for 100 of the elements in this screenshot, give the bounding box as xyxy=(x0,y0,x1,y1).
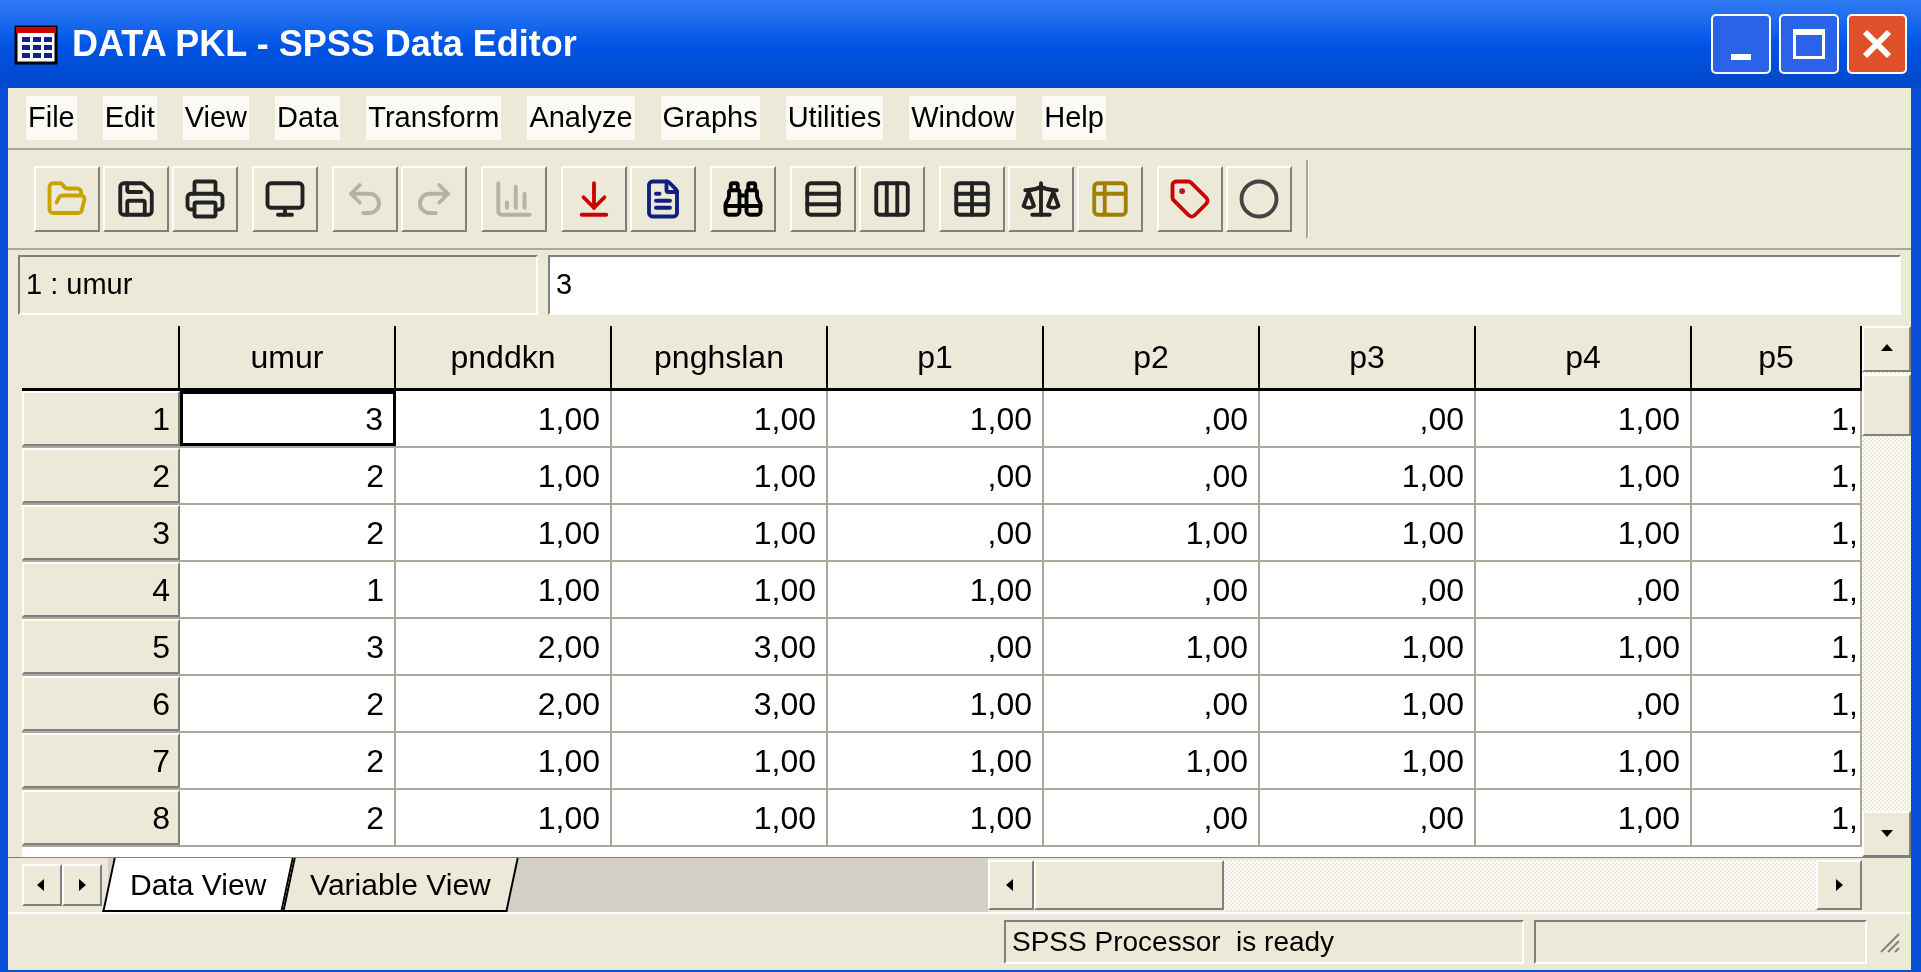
table-cell: 1,00 xyxy=(1260,448,1476,503)
column-header[interactable]: umur xyxy=(180,326,396,388)
toolbar-button[interactable] xyxy=(1008,166,1074,232)
row-number[interactable]: 2 xyxy=(22,448,180,503)
scroll-down-button[interactable] xyxy=(1862,811,1911,857)
window-title: DATA PKL - SPSS Data Editor xyxy=(72,22,577,66)
scroll-thumb[interactable] xyxy=(1862,374,1911,436)
table-cell: ,00 xyxy=(1044,676,1260,731)
toolbar-button[interactable] xyxy=(710,166,776,232)
menu-item[interactable]: Window xyxy=(909,96,1017,140)
table-cell: 1,00 xyxy=(612,391,828,446)
menu-item[interactable]: Utilities xyxy=(785,96,884,140)
circle-icon xyxy=(1238,178,1280,220)
monitor-icon xyxy=(264,178,306,220)
scroll-up-button[interactable] xyxy=(1862,326,1911,372)
toolbar-button[interactable] xyxy=(630,166,696,232)
toolbar-button[interactable] xyxy=(790,166,856,232)
table-cell: ,00 xyxy=(1260,391,1476,446)
table-cell: 3 xyxy=(180,619,396,674)
table-cell: ,00 xyxy=(828,619,1044,674)
chart-icon xyxy=(493,178,535,220)
column-header[interactable]: pnddkn xyxy=(396,326,612,388)
scroll-right-button[interactable] xyxy=(1816,860,1862,910)
toolbar-button[interactable] xyxy=(1226,166,1292,232)
close-button[interactable] xyxy=(1847,14,1907,74)
table-cell: 2 xyxy=(180,790,396,845)
table-icon xyxy=(951,178,993,220)
menu-item[interactable]: File xyxy=(26,96,77,140)
table-cell: 1,00 xyxy=(1476,733,1692,788)
table-cell: 1,00 xyxy=(1044,733,1260,788)
table-cell: ,00 xyxy=(1044,562,1260,617)
menu-item[interactable]: Transform xyxy=(366,96,502,140)
menu-item[interactable]: Graphs xyxy=(660,96,760,140)
row-number[interactable]: 3 xyxy=(22,505,180,560)
scale-icon xyxy=(1020,178,1062,220)
table-cell: 1,00 xyxy=(396,790,612,845)
table-cell: 1,00 xyxy=(396,562,612,617)
column-header[interactable]: p3 xyxy=(1260,326,1476,388)
column-header[interactable]: p4 xyxy=(1476,326,1692,388)
row-number[interactable]: 5 xyxy=(22,619,180,674)
column-header[interactable]: pnghslan xyxy=(612,326,828,388)
table-cell: 1,00 xyxy=(1260,619,1476,674)
table-cell: ,00 xyxy=(1260,790,1476,845)
table-cell: 3,00 xyxy=(612,676,828,731)
grid-table-icon xyxy=(1089,178,1131,220)
toolbar-button[interactable] xyxy=(859,166,925,232)
cell-value-field[interactable]: 3 xyxy=(548,255,1901,315)
horizontal-scrollbar[interactable] xyxy=(988,860,1862,910)
table-cell: 1,00 xyxy=(396,391,612,446)
toolbar-button[interactable] xyxy=(103,166,169,232)
table-cell: 3,00 xyxy=(612,619,828,674)
menu-item[interactable]: Help xyxy=(1042,96,1106,140)
menu-item[interactable]: Data xyxy=(275,96,341,140)
row-number[interactable]: 8 xyxy=(22,790,180,845)
table-cell: 1 xyxy=(180,562,396,617)
table-cell: 1,00 xyxy=(1044,505,1260,560)
table-cell: 1,00 xyxy=(1476,619,1692,674)
minimize-button[interactable] xyxy=(1711,14,1771,74)
table-cell: ,00 xyxy=(1044,790,1260,845)
vertical-scrollbar[interactable] xyxy=(1862,326,1911,857)
column-header[interactable]: p2 xyxy=(1044,326,1260,388)
toolbar-button[interactable] xyxy=(252,166,318,232)
scroll-left-button[interactable] xyxy=(988,860,1034,910)
rows-icon xyxy=(802,178,844,220)
table-cell: 1,00 xyxy=(396,448,612,503)
tab-scroll-left-button[interactable] xyxy=(22,864,62,906)
row-number[interactable]: 1 xyxy=(22,391,180,446)
table-cell: 1,00 xyxy=(1044,619,1260,674)
table-cell: 1,00 xyxy=(1476,448,1692,503)
sheet-tab[interactable]: Variable View xyxy=(282,858,519,912)
toolbar-button[interactable] xyxy=(172,166,238,232)
sheet-tab[interactable]: Data View xyxy=(102,858,294,912)
cell-name-field[interactable]: 1 : umur xyxy=(18,255,538,315)
table-cell: 1,00 xyxy=(828,676,1044,731)
table-cell: ,00 xyxy=(1044,391,1260,446)
menu-item[interactable]: Analyze xyxy=(527,96,635,140)
table-cell: 1,00 xyxy=(612,733,828,788)
scroll-thumb[interactable] xyxy=(1034,860,1224,910)
table-cell: 1,00 xyxy=(1260,733,1476,788)
table-cell: 3 xyxy=(180,391,396,446)
close-icon xyxy=(1860,27,1894,61)
table-cell: 2 xyxy=(180,505,396,560)
maximize-button[interactable] xyxy=(1779,14,1839,74)
table-cell: ,00 xyxy=(1476,562,1692,617)
table-cell: 1,00 xyxy=(396,733,612,788)
row-number[interactable]: 6 xyxy=(22,676,180,731)
menu-item[interactable]: View xyxy=(182,96,250,140)
table-cell: 1,00 xyxy=(828,391,1044,446)
table-cell: 1,00 xyxy=(612,790,828,845)
table-cell: ,00 xyxy=(1476,676,1692,731)
table-cell: 2,00 xyxy=(396,619,612,674)
toolbar-button[interactable] xyxy=(939,166,1005,232)
row-number[interactable]: 4 xyxy=(22,562,180,617)
tab-scroll-right-button[interactable] xyxy=(62,864,102,906)
table-cell: 1,00 xyxy=(612,562,828,617)
columns-icon xyxy=(871,178,913,220)
row-number[interactable]: 7 xyxy=(22,733,180,788)
menu-item[interactable]: Edit xyxy=(102,96,157,140)
table-cell: 1,00 xyxy=(1476,391,1692,446)
column-header[interactable]: p1 xyxy=(828,326,1044,388)
